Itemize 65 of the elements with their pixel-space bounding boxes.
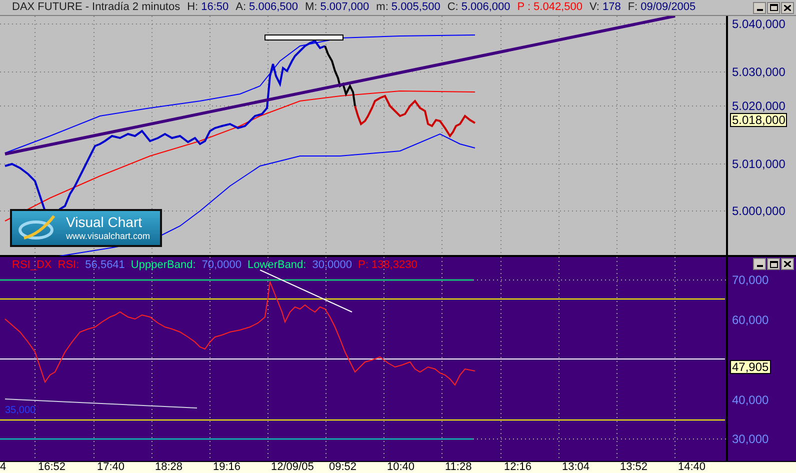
time-axis-label: 18:28 — [155, 462, 183, 473]
time-axis-label: 13:04 — [562, 462, 590, 473]
rsi-axis-label: 30,000 — [732, 433, 769, 445]
band-label: 35,000 — [5, 406, 36, 416]
time-axis-label: 14:40 — [678, 462, 706, 473]
maximize-icon — [770, 260, 778, 268]
price-axis-label: 5.030,000 — [732, 66, 786, 78]
legend-text: 30,0000 — [312, 260, 352, 271]
legend-text: RSI: — [58, 260, 80, 271]
field-value: 178 — [602, 2, 621, 13]
time-axis-label: 12:16 — [504, 462, 532, 473]
logo-icon — [18, 214, 58, 242]
time-axis-label: 4 — [0, 462, 6, 473]
last-value-tag: 47,905 — [730, 360, 771, 374]
minimize-button[interactable] — [753, 258, 766, 270]
maximize-button[interactable] — [767, 258, 780, 270]
chart-title: DAX FUTURE - Intradía 2 minutos — [12, 2, 180, 13]
price-axis-label: 5.000,000 — [732, 205, 786, 217]
field-value: 5.006,000 — [461, 2, 510, 13]
field-label: M: — [304, 2, 318, 13]
time-axis-label: 16:52 — [38, 462, 66, 473]
field-value: 09/09/2005 — [640, 2, 696, 13]
field-label: m: — [376, 2, 388, 13]
price-axis-label: 5.020,000 — [732, 100, 786, 112]
time-axis-label: 10:40 — [387, 462, 415, 473]
rsi-axis-label: 40,000 — [732, 394, 769, 406]
field-label: V: — [589, 2, 600, 13]
time-axis-label: 12/09/05 — [271, 462, 314, 473]
field-value: 5.005,500 — [391, 2, 440, 13]
close-button[interactable] — [781, 2, 794, 14]
field-label: A: — [236, 2, 246, 13]
rsi-axis-label: 70,000 — [732, 274, 769, 286]
close-button[interactable] — [781, 258, 794, 270]
legend-text: UppperBand: — [130, 260, 196, 271]
legend-text: 56,5641 — [85, 260, 125, 271]
price-axis-label: 5.040,000 — [732, 18, 786, 30]
time-axis-label: 11:28 — [445, 462, 472, 473]
field-label: F: — [628, 2, 638, 13]
time-axis-label: 09:52 — [329, 462, 357, 473]
legend-text: LowerBand: — [248, 260, 306, 271]
minimize-icon — [756, 265, 762, 267]
logo-url: www.visualchart.com — [66, 232, 150, 241]
close-icon — [784, 4, 791, 10]
field-value: 5.042,500 — [534, 2, 582, 13]
last-price-tag: 5.018,000 — [730, 113, 788, 127]
time-axis-label: 19:16 — [213, 462, 241, 473]
field-value: 16:50 — [201, 2, 229, 13]
rsi-axis-label: 60,000 — [732, 314, 769, 326]
legend-text: P: 138,3230 — [358, 260, 418, 271]
close-icon — [784, 261, 791, 267]
price-axis-label: 5.010,000 — [732, 158, 786, 170]
minimize-button[interactable] — [753, 2, 766, 14]
field-value: 5.006,500 — [249, 2, 298, 13]
minimize-icon — [756, 8, 762, 10]
field-label: H: — [187, 2, 198, 13]
legend-text: 70,0000 — [202, 260, 242, 271]
logo-title: Visual Chart — [66, 215, 144, 229]
field-value: 5.007,000 — [320, 2, 370, 13]
field-label: P : — [517, 2, 531, 13]
field-label: C: — [447, 2, 458, 13]
maximize-icon — [770, 4, 778, 11]
legend-text: RSI_DX — [12, 260, 52, 271]
time-axis-label: 17:40 — [97, 462, 125, 473]
maximize-button[interactable] — [767, 2, 780, 14]
time-axis-label: 13:52 — [620, 462, 648, 473]
